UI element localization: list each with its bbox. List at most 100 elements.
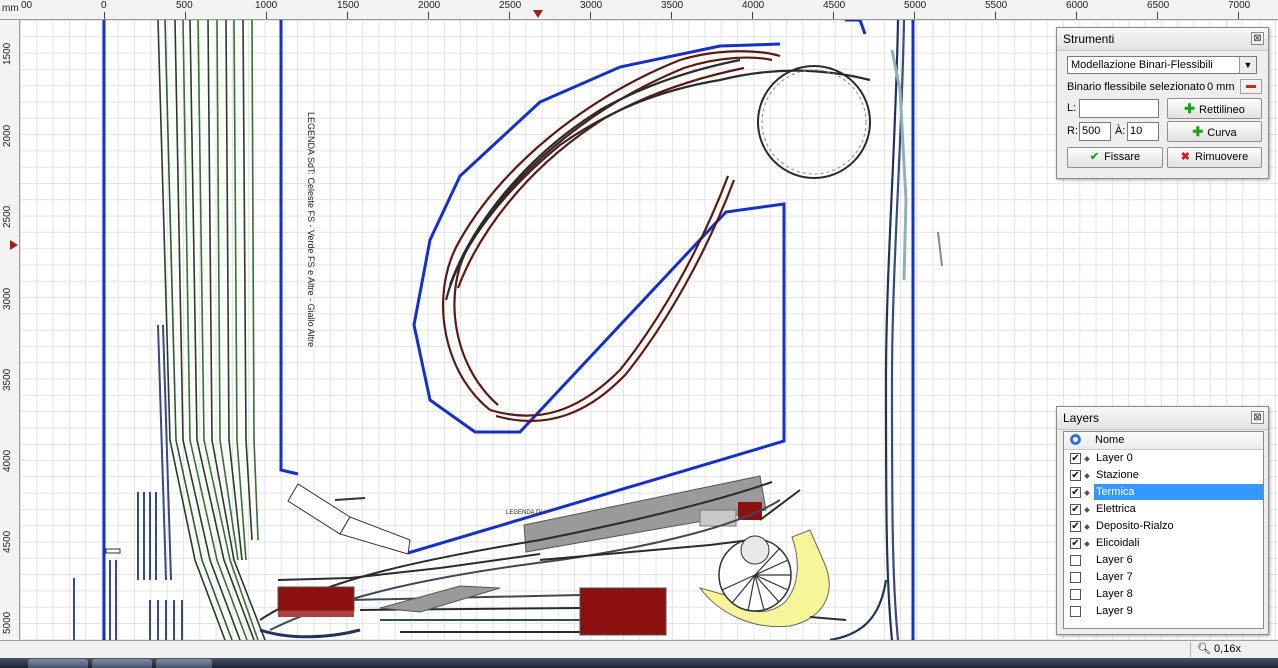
ruler-tick: [995, 12, 996, 19]
depot-building-roof: [278, 611, 354, 617]
ruler-tick: [509, 12, 510, 19]
small-legend-text: LEGENDA DL:: [506, 510, 546, 516]
layer-visibility-checkbox[interactable]: ✔: [1070, 470, 1081, 481]
layer-visibility-checkbox[interactable]: [1070, 572, 1081, 583]
ruler-tick-label: 3500: [2, 368, 13, 391]
ruler-tick-label: 2000: [418, 0, 441, 11]
ruler-tick: [185, 12, 186, 19]
yard-track: [242, 20, 253, 541]
layer-name: Layer 0: [1096, 452, 1133, 464]
remove-button[interactable]: ✖ Rimuovere: [1167, 147, 1262, 168]
layer-bullet-icon: [1084, 456, 1090, 462]
ruler-tick-label: 5500: [985, 0, 1008, 11]
yard-track: [164, 20, 233, 640]
layer-name: Termica: [1094, 484, 1263, 500]
legend-text: LEGENDA SdT: Celeste FS - Verde FS e Alt…: [306, 112, 316, 347]
layers-panel-close-button[interactable]: ⊠: [1251, 411, 1264, 424]
fix-button[interactable]: ✔ Fissare: [1067, 147, 1163, 168]
ruler-tick-label: 1500: [2, 42, 13, 65]
tools-panel-titlebar[interactable]: Strumenti ⊠: [1057, 28, 1268, 51]
chevron-down-icon[interactable]: ▼: [1239, 57, 1256, 73]
remove-selected-button[interactable]: [1240, 79, 1262, 94]
radius-input[interactable]: 500: [1079, 122, 1111, 141]
ruler-cursor-marker: [533, 10, 543, 18]
ruler-tick: [1157, 12, 1158, 19]
mode-select[interactable]: Modellazione Binari-Flessibili ▼: [1067, 56, 1257, 74]
main-line-track: [829, 579, 888, 640]
layer-visibility-checkbox[interactable]: ✔: [1070, 538, 1081, 549]
curve-button[interactable]: ✚ Curva: [1167, 121, 1262, 142]
loose-track: [334, 497, 366, 501]
tools-panel-close-button[interactable]: ⊠: [1251, 32, 1264, 45]
ruler-tick-label: 3500: [661, 0, 684, 11]
depot-building: [579, 587, 667, 636]
ruler-tick-label: 1000: [255, 0, 278, 11]
layer-row[interactable]: ✔ Deposito-Rialzo: [1064, 518, 1263, 535]
layer-visibility-checkbox[interactable]: [1070, 589, 1081, 600]
layer-name: Elettrica: [1096, 503, 1136, 515]
layer-visibility-checkbox[interactable]: ✔: [1070, 504, 1081, 515]
ruler-tick: [914, 12, 915, 19]
layer-row[interactable]: ✔ Elettrica: [1064, 501, 1263, 518]
layer-bullet-icon: [1084, 507, 1090, 513]
tools-panel[interactable]: Strumenti ⊠ Modellazione Binari-Flessibi…: [1056, 27, 1269, 179]
layers-panel-titlebar[interactable]: Layers ⊠: [1057, 407, 1268, 430]
layer-name: Elicoidali: [1096, 537, 1140, 549]
straight-button[interactable]: ✚ Rettilineo: [1167, 98, 1262, 119]
settings-icon[interactable]: [1070, 434, 1081, 445]
layers-panel[interactable]: Layers ⊠ Nome ✔ Layer 0 ✔ Stazione ✔ Termic…: [1056, 406, 1269, 635]
layer-row[interactable]: Layer 9: [1064, 603, 1263, 620]
ruler-tick: [428, 12, 429, 19]
layer-visibility-checkbox[interactable]: ✔: [1070, 487, 1081, 498]
helix-track: [453, 56, 773, 406]
taskbar-button[interactable]: [156, 659, 212, 668]
magnifier-icon: 🔍︎: [1197, 643, 1211, 655]
helix-track: [444, 69, 871, 301]
layer-visibility-checkbox[interactable]: [1070, 555, 1081, 566]
layer-row[interactable]: ✔ Layer 0: [1064, 450, 1263, 467]
board-edge-top: [845, 20, 867, 35]
station-track: [259, 628, 361, 639]
ruler-tick-label: 3000: [580, 0, 603, 11]
platform-building: [339, 516, 411, 555]
board-edge-inner-left: [279, 20, 299, 476]
loose-track: [809, 616, 847, 621]
ruler-tick-label: 0: [101, 0, 107, 11]
remove-button-label: Rimuovere: [1195, 151, 1249, 163]
layer-bullet-icon: [1084, 524, 1090, 530]
layer-visibility-checkbox[interactable]: ✔: [1070, 521, 1081, 532]
layer-row[interactable]: Layer 6: [1064, 552, 1263, 569]
layer-row[interactable]: ✔ Elicoidali: [1064, 535, 1263, 552]
loose-track: [937, 231, 943, 267]
layer-row[interactable]: Layer 8: [1064, 586, 1263, 603]
length-label: L:: [1067, 102, 1077, 114]
ruler-tick-label: 5000: [2, 611, 13, 634]
helix-track: [448, 58, 741, 286]
layer-row[interactable]: Layer 7: [1064, 569, 1263, 586]
zoom-indicator[interactable]: 🔍︎ 0,16x: [1190, 642, 1266, 657]
layer-name: Layer 8: [1096, 588, 1133, 600]
angle-input[interactable]: 10: [1127, 122, 1159, 141]
plus-icon: ✚: [1192, 124, 1204, 139]
layer-row[interactable]: ✔ Stazione: [1064, 467, 1263, 484]
layer-visibility-checkbox[interactable]: ✔: [1070, 453, 1081, 464]
turntable-bridge: [740, 535, 770, 565]
helix-track: [495, 179, 736, 423]
layers-list-header[interactable]: Nome: [1064, 432, 1263, 450]
checkmark-icon: ✔: [1089, 151, 1100, 163]
layer-name: Layer 6: [1096, 554, 1133, 566]
layers-list[interactable]: Nome ✔ Layer 0 ✔ Stazione ✔ Termica ✔ Elettr…: [1063, 431, 1264, 629]
buffer-stop: [105, 548, 121, 554]
length-input[interactable]: [1079, 99, 1159, 118]
mode-select-value: Modellazione Binari-Flessibili: [1071, 59, 1213, 71]
ruler-cursor-marker: [10, 240, 18, 250]
return-loop: [757, 65, 871, 179]
ruler-tick-label: 6000: [1066, 0, 1089, 11]
layer-row[interactable]: ✔ Termica: [1064, 484, 1263, 501]
taskbar-button[interactable]: [92, 659, 152, 668]
helix-track: [489, 175, 730, 417]
layer-visibility-checkbox[interactable]: [1070, 606, 1081, 617]
taskbar-button[interactable]: [28, 659, 88, 668]
layers-column-name: Nome: [1095, 434, 1125, 446]
status-bar: 🔍︎ 0,16x: [0, 640, 1278, 658]
